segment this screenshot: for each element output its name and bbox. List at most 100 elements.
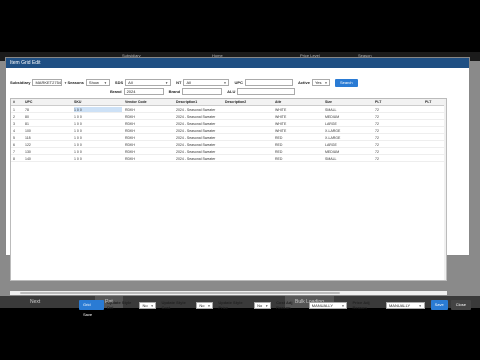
cell-plt[interactable]: 72 xyxy=(375,108,379,112)
table-row[interactable]: 3 81 1 0 0 RDKH 2024 - Seasonal Sweater WHITE… xyxy=(11,121,446,127)
cell-vendor-code[interactable]: RDKH xyxy=(125,122,135,126)
cell-num[interactable]: 4 xyxy=(13,129,15,133)
cell-upc[interactable]: 81 xyxy=(25,122,29,126)
save-button[interactable]: Save xyxy=(430,300,448,310)
cell-num[interactable]: 3 xyxy=(13,122,15,126)
cell-plt[interactable]: 72 xyxy=(375,115,379,119)
cell-upc[interactable]: 100 xyxy=(25,129,31,133)
cell-sku[interactable]: 1 0 0 xyxy=(74,149,122,154)
cell-num[interactable]: 2 xyxy=(13,115,15,119)
col-header-num[interactable]: # xyxy=(13,100,15,104)
cell-num[interactable]: 5 xyxy=(13,136,15,140)
cell-plt[interactable]: 72 xyxy=(375,143,379,147)
update-style-price-select[interactable]: No ▼ xyxy=(254,301,272,309)
col-header-size[interactable]: Size xyxy=(325,100,332,104)
table-row[interactable]: 1 78 1 0 0 RDKH 2024 - Seasonal Sweater WHITE… xyxy=(11,107,446,113)
brand-input-2[interactable] xyxy=(182,88,223,95)
col-header-plt[interactable]: PLT xyxy=(375,100,381,104)
update-style-cost-select[interactable]: No ▼ xyxy=(196,301,214,309)
cell-vendor-code[interactable]: RDKH xyxy=(125,143,135,147)
cell-num[interactable]: 1 xyxy=(13,108,15,112)
vertical-scrollbar[interactable] xyxy=(444,99,446,280)
cell-description1[interactable]: 2024 - Seasonal Sweater xyxy=(176,115,215,119)
cell-sku[interactable]: 1 0 0 xyxy=(74,156,122,161)
cell-sku[interactable]: 1 0 0 xyxy=(74,128,122,133)
subsidiary-select[interactable]: MARKET2754 ▼ xyxy=(32,79,67,86)
cell-upc[interactable]: 118 xyxy=(25,136,31,140)
cell-sku[interactable]: 1 0 0 xyxy=(74,114,122,119)
cell-upc[interactable]: 122 xyxy=(25,143,31,147)
cell-upc[interactable]: 80 xyxy=(25,115,29,119)
cell-plt[interactable]: 72 xyxy=(375,136,379,140)
cell-size[interactable]: MEDIUM xyxy=(325,115,339,119)
table-row[interactable]: 8 140 1 0 0 RDKH 2024 - Seasonal Sweater RED S… xyxy=(11,156,446,162)
cell-description1[interactable]: 2024 - Seasonal Sweater xyxy=(176,108,215,112)
upc-input[interactable] xyxy=(244,79,293,86)
cell-size[interactable]: LARGE xyxy=(325,122,337,126)
cell-description1[interactable]: 2024 - Seasonal Sweater xyxy=(176,122,215,126)
table-row[interactable]: 4 100 1 0 0 RDKH 2024 - Seasonal Sweater WHIT… xyxy=(11,128,446,134)
price-adj-reason-select[interactable]: MANUALLY ▼ xyxy=(385,301,425,309)
cell-attr[interactable]: RED xyxy=(275,143,282,147)
col-header-plt-2[interactable]: PLT xyxy=(425,100,431,104)
table-row[interactable]: 5 118 1 0 0 RDKH 2024 - Seasonal Sweater RED X… xyxy=(11,135,446,141)
cell-attr[interactable]: WHITE xyxy=(275,108,286,112)
cell-size[interactable]: MEDIUM xyxy=(325,150,339,154)
col-header-description2[interactable]: Description2 xyxy=(225,100,246,104)
cell-plt[interactable]: 72 xyxy=(375,129,379,133)
col-header-description1[interactable]: Description1 xyxy=(176,100,197,104)
sds-select[interactable]: All ▼ xyxy=(125,79,172,86)
cell-description1[interactable]: 2024 - Seasonal Sweater xyxy=(176,157,215,161)
cell-attr[interactable]: WHITE xyxy=(275,115,286,119)
col-header-sku[interactable]: SKU xyxy=(74,100,81,104)
seasons-select[interactable]: Show ▼ xyxy=(85,79,110,86)
col-header-upc[interactable]: UPC xyxy=(25,100,32,104)
update-style-del-select[interactable]: No ▼ xyxy=(139,301,157,309)
search-button[interactable]: Search xyxy=(334,78,358,87)
scrollbar-thumb[interactable] xyxy=(20,292,340,294)
table-row[interactable]: 7 130 1 0 0 RDKH 2024 - Seasonal Sweater RED M… xyxy=(11,149,446,155)
cell-vendor-code[interactable]: RDKH xyxy=(125,150,135,154)
close-button[interactable]: Close xyxy=(450,300,471,310)
cell-vendor-code[interactable]: RDKH xyxy=(125,136,135,140)
horizontal-scrollbar[interactable] xyxy=(10,291,447,295)
cell-sku[interactable]: 1 0 0 xyxy=(74,121,122,126)
col-header-vendor-code[interactable]: Vendor Code xyxy=(125,100,147,104)
cell-description1[interactable]: 2024 - Seasonal Sweater xyxy=(176,150,215,154)
cell-size[interactable]: X-LARGE xyxy=(325,129,340,133)
table-row[interactable]: 2 80 1 0 0 RDKH 2024 - Seasonal Sweater WHITE… xyxy=(11,114,446,120)
cell-size[interactable]: SMALL xyxy=(325,157,336,161)
cell-size[interactable]: X-LARGE xyxy=(325,136,340,140)
cell-vendor-code[interactable]: RDKH xyxy=(125,108,135,112)
active-select[interactable]: Yes ▼ xyxy=(311,79,330,86)
cell-vendor-code[interactable]: RDKH xyxy=(125,115,135,119)
cell-description1[interactable]: 2024 - Seasonal Sweater xyxy=(176,129,215,133)
cell-sku[interactable]: 1 0 0 xyxy=(74,142,122,147)
cell-attr[interactable]: RED xyxy=(275,150,282,154)
cell-attr[interactable]: RED xyxy=(275,136,282,140)
cell-sku[interactable]: 1 0 0 xyxy=(74,107,122,112)
cell-plt[interactable]: 72 xyxy=(375,157,379,161)
cell-sku[interactable]: 1 0 0 xyxy=(74,135,122,140)
nt-select[interactable]: All ▼ xyxy=(183,79,230,86)
brand-input-1[interactable]: 2024 xyxy=(123,88,164,95)
cell-description1[interactable]: 2024 - Seasonal Sweater xyxy=(176,136,215,140)
col-header-attr[interactable]: Attr xyxy=(275,100,281,104)
cell-vendor-code[interactable]: RDKH xyxy=(125,129,135,133)
cell-num[interactable]: 7 xyxy=(13,150,15,154)
cell-attr[interactable]: RED xyxy=(275,157,282,161)
grid-save-button[interactable]: Grid Save xyxy=(79,300,105,317)
cell-upc[interactable]: 130 xyxy=(25,150,31,154)
cell-plt[interactable]: 72 xyxy=(375,122,379,126)
cell-size[interactable]: LARGE xyxy=(325,143,337,147)
cell-size[interactable]: SMALL xyxy=(325,108,336,112)
cell-upc[interactable]: 78 xyxy=(25,108,29,112)
cost-adj-reason-select[interactable]: MANUALLY ▼ xyxy=(308,301,348,309)
cell-upc[interactable]: 140 xyxy=(25,157,31,161)
cell-attr[interactable]: WHITE xyxy=(275,122,286,126)
cell-vendor-code[interactable]: RDKH xyxy=(125,157,135,161)
cell-num[interactable]: 8 xyxy=(13,157,15,161)
table-row[interactable]: 6 122 1 0 0 RDKH 2024 - Seasonal Sweater RED L… xyxy=(11,142,446,148)
cell-description1[interactable]: 2024 - Seasonal Sweater xyxy=(176,143,215,147)
cell-num[interactable]: 6 xyxy=(13,143,15,147)
